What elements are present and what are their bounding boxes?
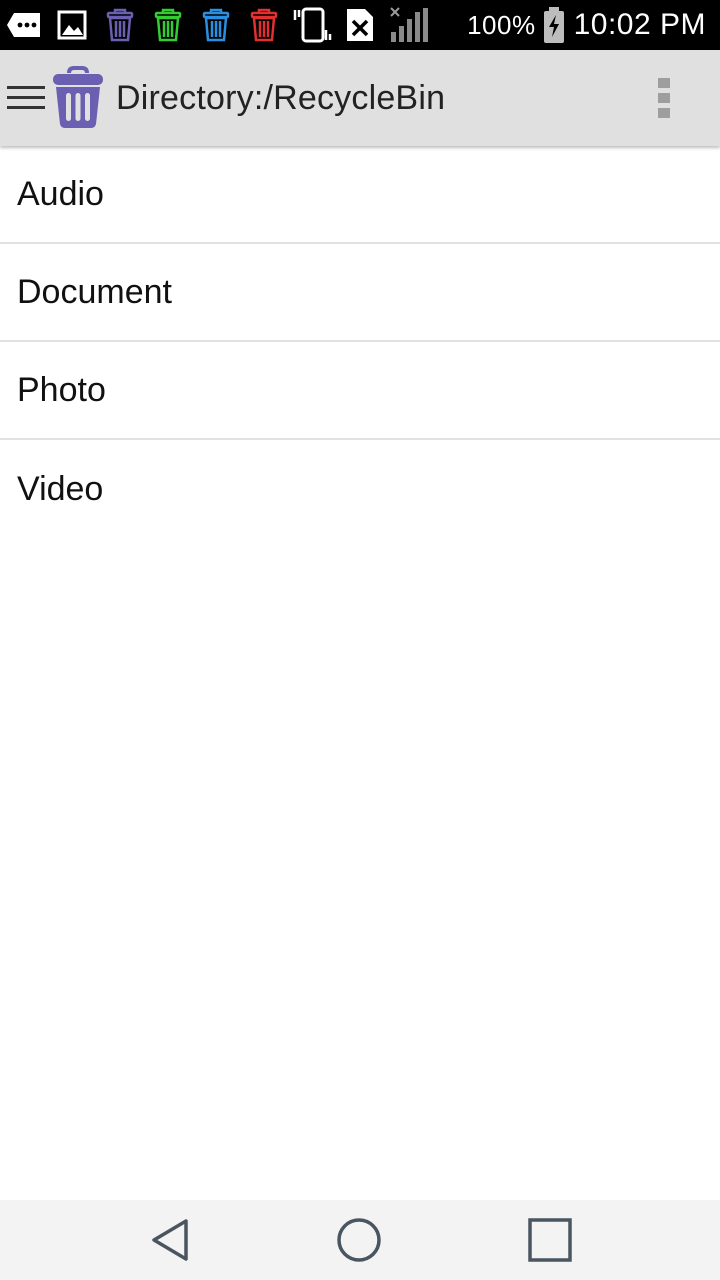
list-item-audio[interactable]: Audio [0,146,720,244]
trash-red-icon [240,0,288,50]
image-icon [48,0,96,50]
recents-button[interactable] [500,1200,600,1280]
clock: 10:02 PM [573,8,706,41]
app-bar: Directory:/RecycleBin [0,50,720,146]
back-button[interactable] [120,1200,220,1280]
status-right: 100% 10:02 PM [461,0,720,50]
trash-purple-icon [96,0,144,50]
category-list: Audio Document Photo Video [0,146,720,538]
battery-percent: 100% [467,9,536,40]
list-item-document[interactable]: Document [0,244,720,342]
vibrate-icon [288,0,336,50]
list-item-video[interactable]: Video [0,440,720,538]
overflow-menu-icon[interactable] [634,50,694,146]
menu-icon[interactable] [4,50,48,146]
trash-blue-icon [192,0,240,50]
status-bar: 100% 10:02 PM [0,0,720,50]
message-icon [0,0,48,50]
page-title: Directory:/RecycleBin [116,78,446,117]
no-sim-icon [336,0,384,50]
navigation-bar [0,1200,720,1280]
list-item-photo[interactable]: Photo [0,342,720,440]
notification-icons [0,0,432,50]
signal-icon [384,0,432,50]
recycle-bin-logo-icon[interactable] [48,63,108,133]
home-button[interactable] [309,1200,409,1280]
battery-icon [542,6,566,44]
trash-green-icon [144,0,192,50]
